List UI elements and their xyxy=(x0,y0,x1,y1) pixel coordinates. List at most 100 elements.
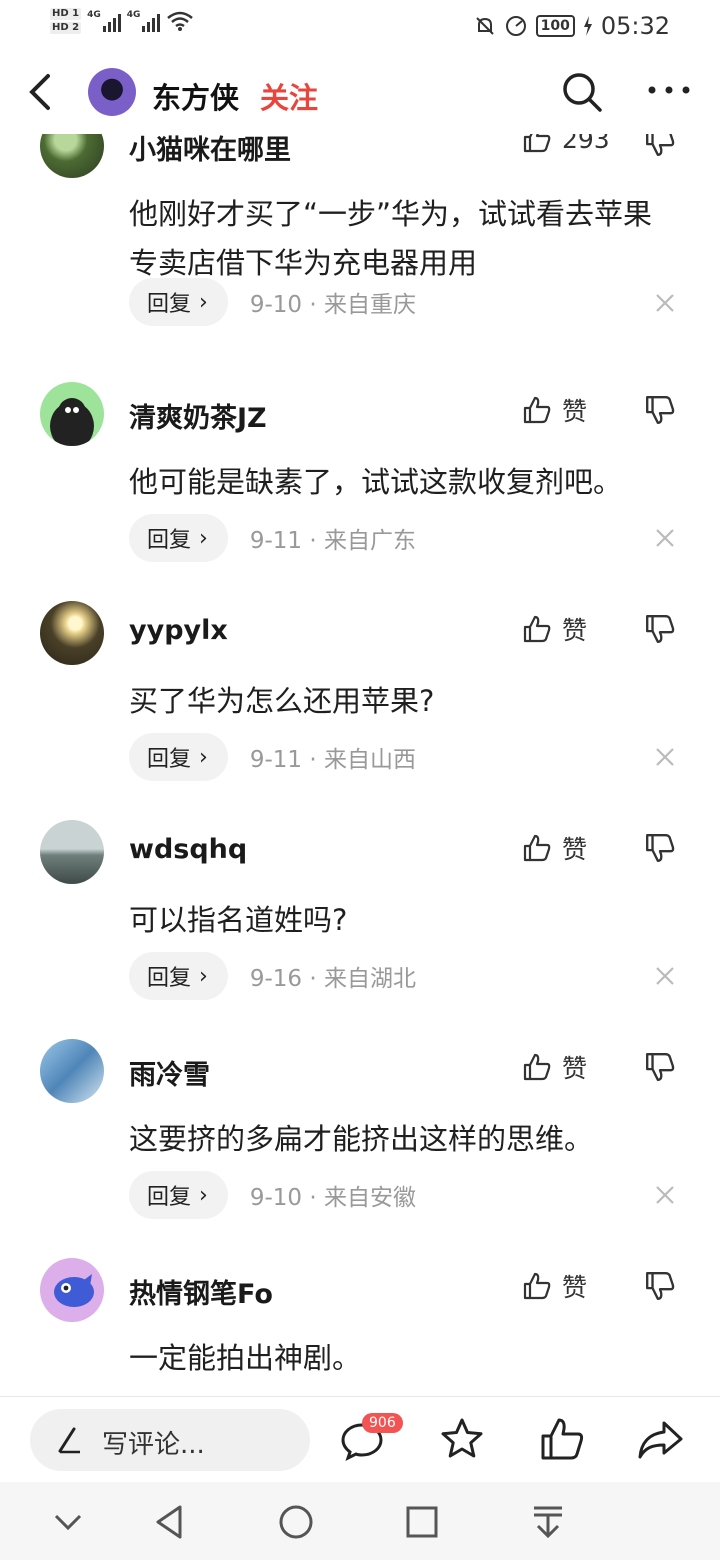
comment-username[interactable]: 小猫咪在哪里 xyxy=(129,134,291,167)
reply-button[interactable]: 回复 › xyxy=(129,278,228,326)
user-avatar[interactable] xyxy=(40,601,104,665)
more-options-icon[interactable] xyxy=(646,80,692,100)
comment-date-location: 9-11 · 来自广东 xyxy=(249,528,416,554)
user-avatar[interactable] xyxy=(40,1039,104,1103)
follow-button[interactable]: 关注 xyxy=(260,75,318,117)
signal-group: HD 1 HD 2 4G 4G xyxy=(50,8,194,34)
reply-button[interactable]: 回复 › xyxy=(129,514,228,562)
comment-username[interactable]: 热情钢笔Fo xyxy=(129,1272,273,1311)
like-button[interactable]: 293 xyxy=(522,134,610,154)
thumbs-down-icon[interactable] xyxy=(644,1270,676,1302)
thumbs-up-icon xyxy=(523,134,551,153)
like-label: 赞 xyxy=(562,616,588,645)
comment-list[interactable]: 小猫咪在哪里 293 他刚好才买了“一步”华为，试试看去苹果专卖店借下华为充电器… xyxy=(0,134,720,1396)
notification-pull-icon[interactable] xyxy=(528,1502,568,1542)
back-arrow-icon[interactable] xyxy=(22,68,62,116)
comment-text: 一定能拍出神剧。 xyxy=(129,1341,362,1375)
author-avatar[interactable] xyxy=(88,68,136,116)
chevron-down-icon[interactable] xyxy=(48,1502,88,1542)
status-bar: HD 1 HD 2 4G 4G 100 05:32 xyxy=(0,0,720,50)
nav-home-icon[interactable] xyxy=(276,1502,316,1542)
like-button[interactable]: 赞 xyxy=(522,1049,587,1085)
close-icon[interactable] xyxy=(652,1182,678,1208)
comment-date-location: 9-16 · 来自湖北 xyxy=(249,966,416,992)
thumbs-down-icon[interactable] xyxy=(644,832,676,864)
comment-date-location: 9-10 · 来自重庆 xyxy=(249,292,416,318)
reply-button[interactable]: 回复 › xyxy=(129,733,228,781)
author-name[interactable]: 东方侠 xyxy=(152,75,239,117)
comment-item: 热情钢笔Fo 赞 一定能拍出神剧。 xyxy=(0,1258,720,1396)
thumbs-down-icon[interactable] xyxy=(644,134,676,158)
thumbs-up-icon xyxy=(523,615,551,643)
star-icon[interactable] xyxy=(438,1415,486,1463)
thumbs-up-icon[interactable] xyxy=(538,1415,586,1463)
close-icon[interactable] xyxy=(652,290,678,316)
nav-back-icon[interactable] xyxy=(150,1502,190,1542)
thumbs-down-icon[interactable] xyxy=(644,1051,676,1083)
close-icon[interactable] xyxy=(652,525,678,551)
close-icon[interactable] xyxy=(652,963,678,989)
user-avatar[interactable] xyxy=(40,1258,104,1322)
data-saver-icon xyxy=(505,16,526,36)
hd1-badge: HD 1 xyxy=(50,8,82,20)
top-nav: 东方侠 关注 xyxy=(0,50,720,134)
comment-item: 小猫咪在哪里 293 他刚好才买了“一步”华为，试试看去苹果专卖店借下华为充电器… xyxy=(0,134,720,333)
chevron-right-icon: › xyxy=(199,289,208,315)
comment-username[interactable]: yypylx xyxy=(129,615,228,646)
user-avatar[interactable] xyxy=(40,134,104,178)
write-comment-placeholder: 写评论... xyxy=(102,1430,205,1460)
comment-meta: 回复 › 9-10 · 来自重庆 xyxy=(129,278,416,326)
mute-bell-icon xyxy=(475,17,494,35)
status-right: 100 05:32 xyxy=(474,12,670,40)
comment-meta: 回复 › 9-11 · 来自广东 xyxy=(129,514,416,562)
reply-label: 回复 xyxy=(147,966,192,991)
close-icon[interactable] xyxy=(652,744,678,770)
search-icon[interactable] xyxy=(560,70,604,114)
clock: 05:32 xyxy=(600,12,670,40)
reply-button[interactable]: 回复 › xyxy=(129,1171,228,1219)
like-label: 赞 xyxy=(562,835,588,864)
comment-username[interactable]: 雨冷雪 xyxy=(129,1053,210,1092)
comment-text: 买了华为怎么还用苹果? xyxy=(129,684,435,718)
battery-indicator: 100 xyxy=(535,15,575,37)
network-type-1: 4G xyxy=(87,10,101,20)
chevron-right-icon: › xyxy=(199,963,208,989)
comment-meta: 回复 › 9-16 · 来自湖北 xyxy=(129,952,416,1000)
thumbs-down-icon[interactable] xyxy=(644,613,676,645)
user-avatar[interactable] xyxy=(40,382,104,446)
reply-label: 回复 xyxy=(147,528,192,553)
comment-item: wdsqhq 赞 可以指名道姓吗? 回复 › 9-16 · 来自湖北 xyxy=(0,820,720,1039)
like-button[interactable]: 赞 xyxy=(522,1268,587,1304)
comment-meta: 回复 › 9-11 · 来自山西 xyxy=(129,733,416,781)
reply-label: 回复 xyxy=(147,292,192,317)
thumbs-down-icon[interactable] xyxy=(644,394,676,426)
like-button[interactable]: 赞 xyxy=(522,392,587,428)
write-comment-input[interactable]: 写评论... xyxy=(30,1409,310,1471)
thumbs-up-icon xyxy=(523,1272,551,1300)
reply-button[interactable]: 回复 › xyxy=(129,952,228,1000)
nav-recents-icon[interactable] xyxy=(402,1502,442,1542)
thumbs-up-icon xyxy=(523,834,551,862)
like-count: 293 xyxy=(562,134,610,154)
like-label: 赞 xyxy=(562,1273,588,1302)
like-button[interactable]: 赞 xyxy=(522,611,587,647)
chevron-right-icon: › xyxy=(199,744,208,770)
comment-item: yypylx 赞 买了华为怎么还用苹果? 回复 › 9-11 · 来自山西 xyxy=(0,601,720,820)
comment-date-location: 9-10 · 来自安徽 xyxy=(249,1185,416,1211)
pen-icon xyxy=(58,1427,80,1454)
system-nav-bar xyxy=(0,1482,720,1560)
like-button[interactable]: 赞 xyxy=(522,830,587,866)
chevron-right-icon: › xyxy=(199,525,208,551)
network-type-2: 4G xyxy=(126,10,141,20)
comment-text: 他刚好才买了“一步”华为，试试看去苹果专卖店借下华为充电器用用 xyxy=(129,197,653,280)
comment-username[interactable]: wdsqhq xyxy=(129,834,247,865)
comment-username[interactable]: 清爽奶茶JZ xyxy=(129,396,267,435)
comment-text: 这要挤的多扁才能挤出这样的思维。 xyxy=(129,1122,594,1156)
signal-icon-2: 4G xyxy=(127,10,161,32)
comment-meta: 回复 › 9-10 · 来自安徽 xyxy=(129,1171,416,1219)
share-icon[interactable] xyxy=(636,1415,684,1463)
reply-label: 回复 xyxy=(147,1185,192,1210)
signal-icon: 4G xyxy=(87,10,121,32)
user-avatar[interactable] xyxy=(40,820,104,884)
reply-label: 回复 xyxy=(147,747,192,772)
